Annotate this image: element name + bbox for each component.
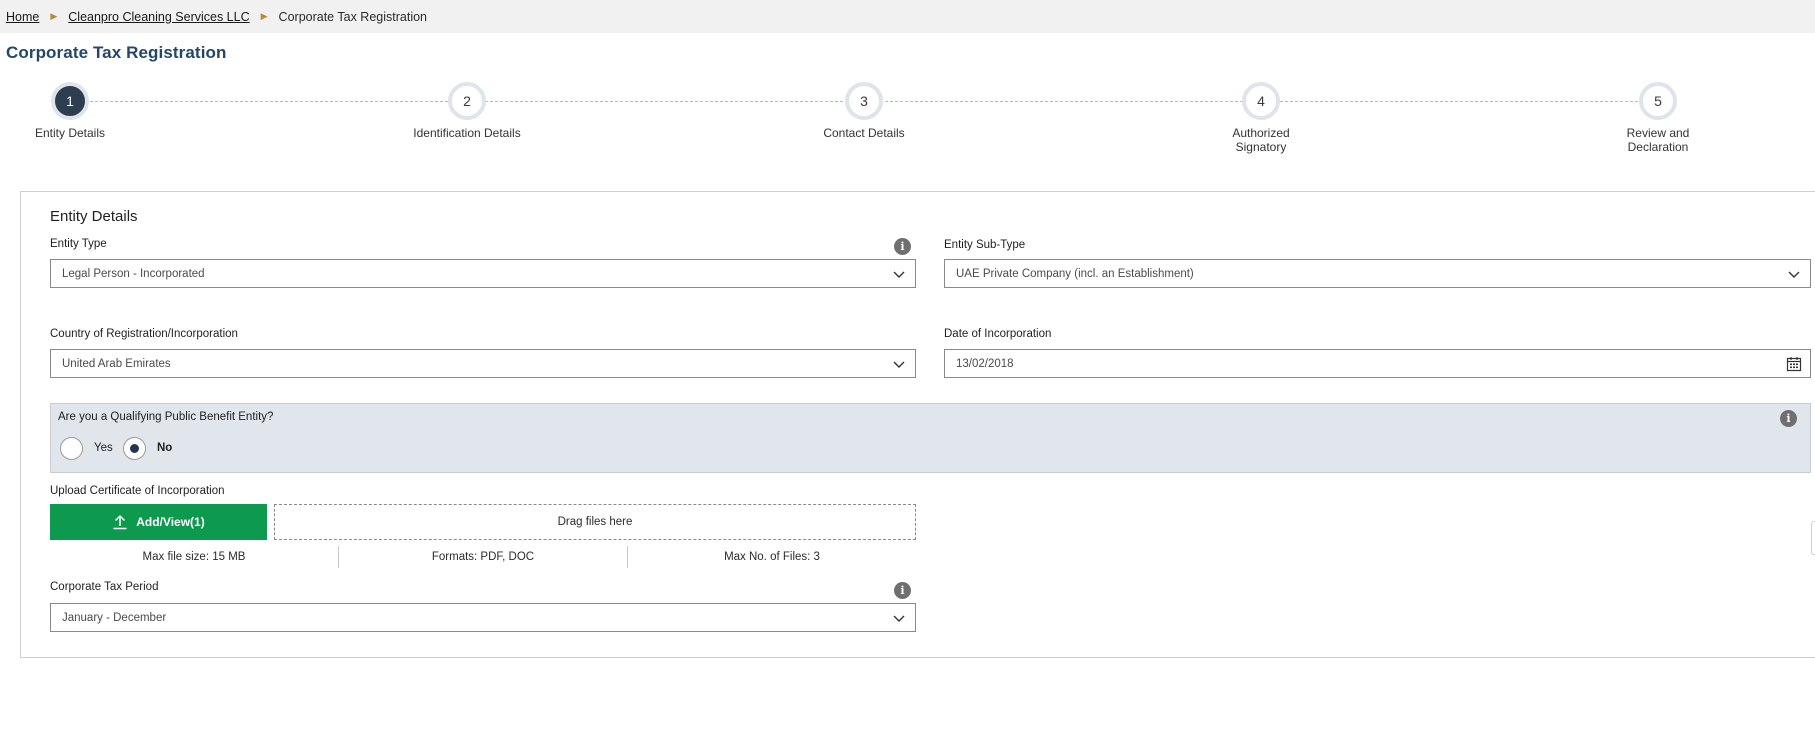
step-contact-details[interactable]: 3 Contact Details [784, 82, 944, 140]
date-of-incorporation-value: 13/02/2018 [956, 357, 1014, 370]
page-title: Corporate Tax Registration [6, 43, 227, 62]
entity-sub-type-value: UAE Private Company (incl. an Establishm… [956, 267, 1194, 280]
step-number-badge: 5 [1639, 82, 1677, 120]
step-number-badge: 1 [51, 82, 89, 120]
entity-sub-type-select[interactable]: UAE Private Company (incl. an Establishm… [944, 259, 1811, 288]
triangle-right-icon: ▶ [260, 11, 268, 21]
chevron-down-icon [893, 271, 905, 278]
step-label: Authorized Signatory [1232, 126, 1290, 154]
calendar-icon[interactable] [1786, 356, 1802, 372]
step-authorized-signatory[interactable]: 4 Authorized Signatory [1181, 82, 1341, 154]
step-label: Review and Declaration [1626, 126, 1690, 154]
step-entity-details[interactable]: 1 Entity Details [0, 82, 150, 140]
step-number-badge: 2 [448, 82, 486, 120]
step-label: Entity Details [34, 126, 106, 140]
triangle-right-icon: ▶ [50, 11, 58, 21]
entity-type-select[interactable]: Legal Person - Incorporated [50, 259, 916, 288]
section-title: Entity Details [50, 208, 138, 225]
info-icon[interactable]: i [1780, 410, 1797, 427]
side-panel-handle[interactable] [1811, 521, 1815, 555]
country-select[interactable]: United Arab Emirates [50, 349, 916, 378]
registration-stepper: 1 Entity Details 2 Identification Detail… [0, 80, 1815, 160]
country-value: United Arab Emirates [62, 357, 171, 370]
qpbe-no-label[interactable]: No [157, 442, 172, 454]
date-of-incorporation-label: Date of Incorporation [944, 328, 1052, 340]
file-dropzone[interactable]: Drag files here [274, 504, 916, 540]
upload-constraints: Max file size: 15 MB Formats: PDF, DOC M… [50, 546, 916, 568]
dropzone-text: Drag files here [557, 516, 633, 528]
max-file-size-text: Max file size: 15 MB [142, 551, 246, 563]
chevron-down-icon [893, 615, 905, 622]
info-icon[interactable]: i [894, 238, 911, 255]
chevron-down-icon [1788, 271, 1800, 278]
tax-period-label: Corporate Tax Period [50, 581, 159, 593]
tax-period-select[interactable]: January - December [50, 603, 916, 632]
qpbe-no-radio[interactable] [123, 437, 146, 460]
step-number-badge: 3 [845, 82, 883, 120]
entity-details-card: Entity Details Entity Type i Legal Perso… [20, 191, 1815, 658]
date-of-incorporation-field[interactable]: 13/02/2018 [944, 349, 1811, 378]
breadcrumb-company-link[interactable]: Cleanpro Cleaning Services LLC [68, 10, 249, 24]
upload-icon [113, 514, 127, 530]
breadcrumb-home-link[interactable]: Home [6, 10, 39, 24]
qpbe-yes-label[interactable]: Yes [94, 442, 113, 454]
step-number-badge: 4 [1242, 82, 1280, 120]
chevron-down-icon [893, 361, 905, 368]
step-label: Contact Details [823, 126, 905, 140]
entity-sub-type-label: Entity Sub-Type [944, 239, 1026, 251]
qpbe-yes-radio[interactable] [60, 437, 83, 460]
step-label: Identification Details [413, 126, 521, 140]
add-view-upload-button[interactable]: Add/View(1) [50, 504, 267, 540]
entity-type-value: Legal Person - Incorporated [62, 267, 205, 280]
upload-button-label: Add/View(1) [136, 515, 205, 529]
breadcrumb-current: Corporate Tax Registration [278, 9, 428, 24]
max-files-text: Max No. of Files: 3 [627, 546, 916, 568]
upload-certificate-label: Upload Certificate of Incorporation [50, 485, 225, 497]
country-label: Country of Registration/Incorporation [50, 328, 238, 340]
qpbe-question: Are you a Qualifying Public Benefit Enti… [58, 411, 274, 423]
tax-period-value: January - December [62, 611, 167, 624]
file-formats-text: Formats: PDF, DOC [338, 546, 627, 568]
step-review-declaration[interactable]: 5 Review and Declaration [1578, 82, 1738, 154]
entity-type-label: Entity Type [50, 238, 107, 250]
qpbe-question-panel: Are you a Qualifying Public Benefit Enti… [50, 403, 1811, 473]
info-icon[interactable]: i [894, 582, 911, 599]
breadcrumb: Home ▶ Cleanpro Cleaning Services LLC ▶ … [0, 0, 1815, 33]
step-identification-details[interactable]: 2 Identification Details [387, 82, 547, 140]
